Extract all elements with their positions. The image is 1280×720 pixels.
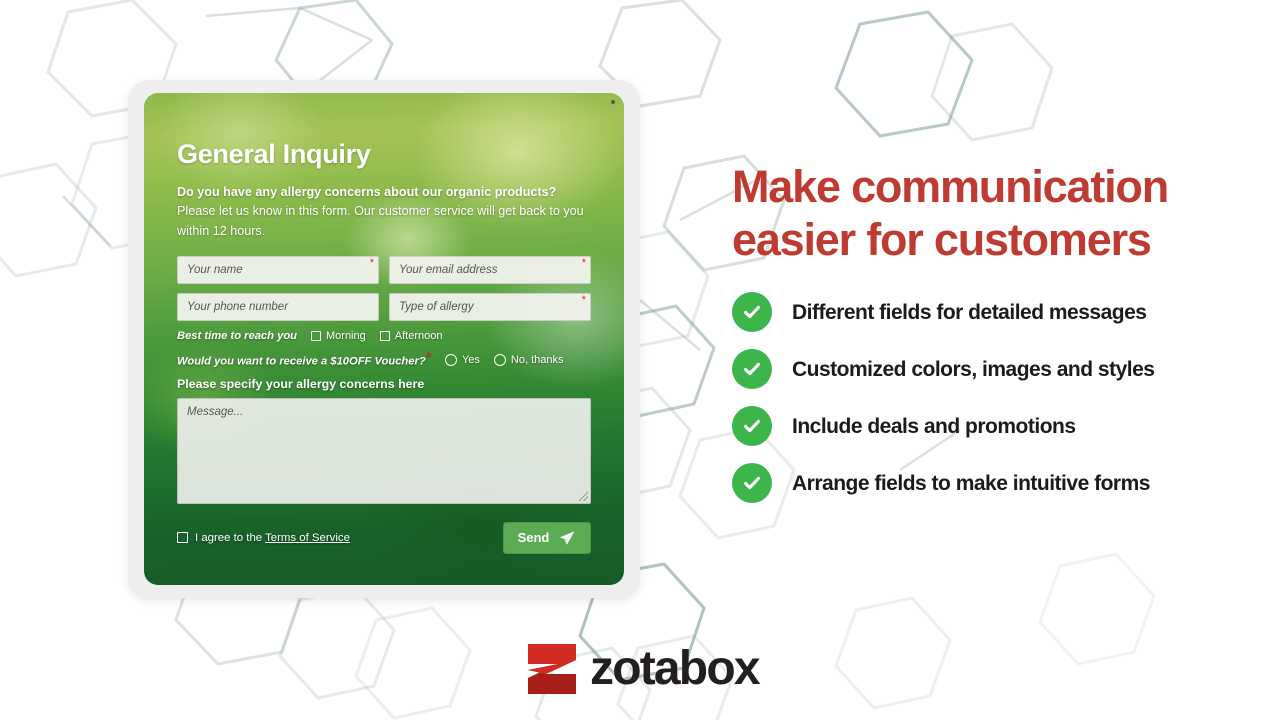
radio-voucher-yes-label: Yes [461, 353, 480, 366]
required-asterisk: * [426, 351, 431, 364]
checkbox-morning[interactable]: Morning [311, 330, 366, 342]
zotabox-wordmark: zotabox [590, 642, 761, 695]
form-title: General Inquiry [177, 139, 371, 169]
check-icon [744, 477, 760, 490]
required-asterisk: * [369, 257, 374, 270]
radio-voucher-no[interactable]: No, thanks [493, 353, 564, 366]
terms-checkbox[interactable]: I agree to the Terms of Service [177, 532, 350, 544]
voucher-label: Would you want to receive a $10OFF Vouch… [177, 351, 431, 368]
allergy-type-field-placeholder: Type of allergy [399, 301, 474, 314]
form-intro-strong: Do you have any allergy concerns about o… [177, 184, 557, 199]
required-asterisk: * [581, 257, 586, 270]
voucher-row: Would you want to receive a $10OFF Vouch… [177, 351, 591, 368]
check-icon [744, 306, 760, 319]
check-circle-icon [732, 463, 772, 504]
check-circle-icon [732, 406, 772, 447]
bullet-label: Customized colors, images and styles [792, 357, 1155, 381]
email-field[interactable]: Your email address * [389, 256, 591, 285]
message-placeholder: Message... [187, 405, 244, 418]
checkbox-afternoon-label: Afternoon [394, 330, 443, 343]
terms-text: I agree to the Terms of Service [195, 531, 350, 544]
contact-form-panel: General Inquiry Do you have any allergy … [144, 93, 624, 585]
phone-field-placeholder: Your phone number [187, 301, 289, 314]
list-item: Different fields for detailed messages [732, 292, 1202, 333]
terms-of-service-link[interactable]: Terms of Service [265, 532, 350, 544]
form-footer: I agree to the Terms of Service Send [177, 521, 591, 554]
promo-bullet-list: Different fields for detailed messages C… [732, 292, 1202, 504]
bullet-label: Different fields for detailed messages [792, 300, 1147, 324]
check-icon [744, 420, 760, 433]
checkbox-icon [379, 331, 390, 342]
check-circle-icon [732, 349, 772, 390]
radio-voucher-yes[interactable]: Yes [444, 353, 480, 366]
bullet-label: Include deals and promotions [792, 414, 1076, 438]
check-circle-icon [732, 292, 772, 333]
resize-handle-icon[interactable] [579, 491, 588, 501]
email-field-placeholder: Your email address [399, 264, 498, 277]
radio-icon [444, 353, 457, 366]
field-row-2: Your phone number Type of allergy * [177, 293, 591, 322]
zotabox-logo: zotabox [524, 640, 761, 698]
checkbox-morning-label: Morning [326, 330, 366, 343]
bullet-label: Arrange fields to make intuitive forms [792, 471, 1150, 495]
radio-voucher-no-label: No, thanks [510, 353, 564, 366]
message-label: Please specify your allergy concerns her… [177, 376, 425, 391]
checkbox-icon [177, 532, 188, 544]
list-item: Customized colors, images and styles [732, 349, 1202, 390]
send-button-label: Send [517, 530, 550, 546]
close-icon[interactable] [611, 100, 615, 104]
paper-plane-icon [560, 531, 575, 545]
best-time-row: Best time to reach you Morning Afternoon [177, 330, 591, 342]
checkbox-icon [311, 331, 321, 342]
field-row-1: Your name * Your email address * [177, 256, 591, 285]
radio-icon [493, 353, 506, 366]
check-icon [744, 363, 760, 376]
required-asterisk: * [581, 294, 586, 307]
form-mockup-frame: General Inquiry Do you have any allergy … [128, 80, 640, 598]
list-item: Include deals and promotions [732, 406, 1202, 447]
name-field-placeholder: Your name [187, 264, 243, 277]
list-item: Arrange fields to make intuitive forms [732, 463, 1202, 504]
name-field[interactable]: Your name * [177, 256, 379, 285]
allergy-type-field[interactable]: Type of allergy * [389, 293, 591, 322]
phone-field[interactable]: Your phone number [177, 293, 379, 322]
checkbox-afternoon[interactable]: Afternoon [379, 330, 443, 343]
promo-headline: Make communication easier for customers [732, 161, 1169, 266]
send-button[interactable]: Send [503, 521, 591, 554]
message-textarea[interactable]: Message... [177, 397, 591, 504]
zotabox-z-mark-icon [528, 644, 576, 694]
form-intro-body: Please let us know in this form. Our cus… [177, 204, 584, 238]
promo-column: Make communication easier for customers … [732, 160, 1202, 520]
best-time-label: Best time to reach you [177, 330, 297, 343]
